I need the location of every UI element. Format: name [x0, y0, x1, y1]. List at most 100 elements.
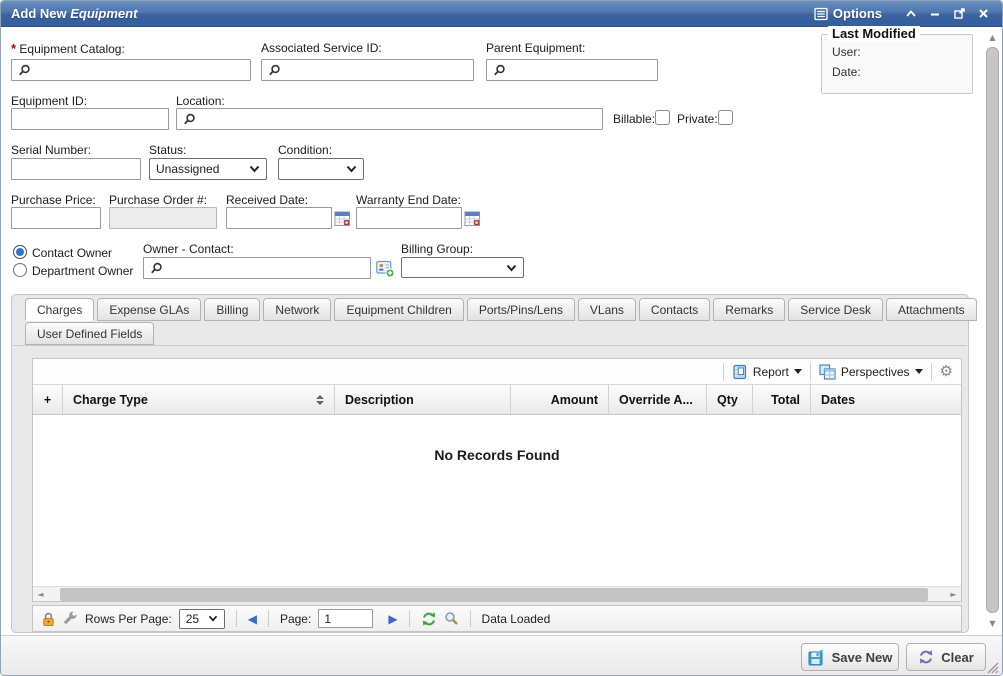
status-select[interactable]: Unassigned	[149, 158, 267, 180]
perspectives-button[interactable]: Perspectives	[819, 364, 923, 380]
equipment-id-input[interactable]	[11, 108, 169, 130]
grid-header-row: + Charge Type Description Amount Overrid…	[33, 385, 961, 415]
scroll-down-icon[interactable]: ▼	[985, 617, 1000, 631]
grid-toolbar: Report Perspectives ⚙	[33, 359, 961, 385]
add-contact-button[interactable]	[375, 258, 395, 278]
save-new-button[interactable]: Save New	[801, 643, 899, 671]
refresh-icon[interactable]	[421, 611, 437, 627]
purchase-price-label: Purchase Price:	[11, 193, 96, 207]
rows-per-page-select[interactable]: 25	[179, 609, 225, 629]
clear-button[interactable]: Clear	[906, 643, 986, 671]
received-date-calendar-button[interactable]	[333, 209, 351, 227]
tab-equipment-children[interactable]: Equipment Children	[334, 298, 463, 321]
previous-page-icon[interactable]: ◀	[248, 613, 257, 625]
billing-group-label: Billing Group:	[401, 242, 473, 256]
associated-service-id-input[interactable]	[281, 61, 473, 79]
owner-contact-input[interactable]	[163, 259, 370, 277]
warranty-end-date-input[interactable]	[356, 207, 462, 229]
parent-equipment-field[interactable]	[486, 59, 658, 81]
tab-service-desk[interactable]: Service Desk	[788, 298, 883, 321]
dialog-title: Add New Equipment	[11, 6, 137, 21]
serial-number-input[interactable]	[11, 158, 141, 180]
collapse-button[interactable]	[902, 5, 920, 23]
billing-group-select[interactable]	[401, 257, 524, 278]
associated-service-id-field[interactable]	[261, 59, 474, 81]
column-add[interactable]: +	[33, 385, 63, 414]
tab-network[interactable]: Network	[263, 298, 331, 321]
grid-settings-gear-icon[interactable]: ⚙	[940, 364, 953, 379]
equipment-catalog-field[interactable]	[11, 59, 251, 81]
billable-checkbox[interactable]	[655, 110, 670, 125]
last-modified-date-label: Date:	[832, 65, 972, 79]
location-field[interactable]	[176, 108, 603, 130]
wrench-icon[interactable]	[63, 611, 78, 626]
vscroll-thumb[interactable]	[986, 47, 999, 613]
expand-icon	[953, 7, 966, 20]
grid-horizontal-scrollbar[interactable]: ◄ ►	[33, 586, 961, 601]
clear-label: Clear	[941, 650, 974, 665]
received-date-input[interactable]	[226, 207, 332, 229]
column-description[interactable]: Description	[335, 385, 511, 414]
tab-attachments[interactable]: Attachments	[886, 298, 977, 321]
column-charge-type[interactable]: Charge Type	[63, 385, 335, 414]
clear-refresh-icon	[918, 649, 934, 665]
associated-service-id-label: Associated Service ID:	[261, 41, 382, 55]
location-input[interactable]	[196, 110, 602, 128]
chevron-down-icon	[346, 165, 357, 173]
department-owner-radio[interactable]	[13, 263, 27, 277]
scroll-left-icon[interactable]: ◄	[33, 587, 48, 602]
save-new-label: Save New	[832, 650, 893, 665]
report-button[interactable]: Report	[732, 364, 802, 380]
owner-contact-field[interactable]	[143, 257, 371, 279]
serial-number-label: Serial Number:	[11, 143, 91, 157]
tab-user-defined-fields[interactable]: User Defined Fields	[25, 322, 154, 345]
condition-label: Condition:	[278, 143, 332, 157]
required-marker: *	[11, 41, 16, 56]
calendar-icon	[334, 210, 351, 227]
search-icon	[18, 64, 31, 77]
lock-icon[interactable]	[41, 611, 56, 627]
grid-body: No Records Found	[33, 415, 961, 586]
parent-equipment-input[interactable]	[506, 61, 669, 79]
contact-owner-radio[interactable]	[13, 245, 27, 259]
column-qty[interactable]: Qty	[707, 385, 753, 414]
scroll-up-icon[interactable]: ▲	[985, 31, 1000, 45]
grid-status-text: Data Loaded	[482, 612, 551, 626]
column-total[interactable]: Total	[753, 385, 811, 414]
scroll-right-icon[interactable]: ►	[946, 587, 961, 602]
minimize-button[interactable]	[926, 5, 944, 23]
column-override-amount[interactable]: Override A...	[609, 385, 707, 414]
resize-grip[interactable]	[985, 660, 999, 674]
tab-contacts[interactable]: Contacts	[639, 298, 710, 321]
received-date-label: Received Date:	[226, 193, 308, 207]
private-checkbox[interactable]	[718, 110, 733, 125]
tab-ports-pins-lens[interactable]: Ports/Pins/Lens	[467, 298, 575, 321]
dialog-vertical-scrollbar[interactable]: ▲ ▼	[985, 31, 1000, 631]
purchase-price-input[interactable]	[11, 207, 101, 229]
grid-pager: Rows Per Page: 25 ◀ Page: ▶	[32, 605, 962, 632]
hscroll-track[interactable]	[48, 588, 946, 601]
options-label: Options	[833, 6, 882, 21]
column-dates[interactable]: Dates	[811, 385, 961, 414]
page-number-input[interactable]	[318, 609, 373, 628]
equipment-catalog-input[interactable]	[31, 61, 250, 79]
hscroll-thumb[interactable]	[60, 588, 928, 601]
zoom-search-icon[interactable]	[444, 611, 459, 626]
condition-select[interactable]	[278, 158, 364, 180]
tab-remarks[interactable]: Remarks	[713, 298, 785, 321]
last-modified-user-label: User:	[832, 45, 972, 59]
column-amount[interactable]: Amount	[511, 385, 609, 414]
titlebar[interactable]: Add New Equipment Options	[1, 1, 1002, 27]
save-icon	[808, 649, 825, 666]
tab-expense-glas[interactable]: Expense GLAs	[97, 298, 201, 321]
tab-billing[interactable]: Billing	[204, 298, 260, 321]
close-button[interactable]	[974, 5, 992, 23]
tab-vlans[interactable]: VLans	[578, 298, 636, 321]
popout-button[interactable]	[950, 5, 968, 23]
options-menu-button[interactable]: Options	[814, 6, 882, 21]
next-page-icon[interactable]: ▶	[388, 613, 397, 625]
warranty-end-date-calendar-button[interactable]	[463, 209, 481, 227]
tab-charges[interactable]: Charges	[25, 298, 94, 321]
location-label: Location:	[176, 94, 225, 108]
sort-icon[interactable]	[308, 395, 324, 405]
